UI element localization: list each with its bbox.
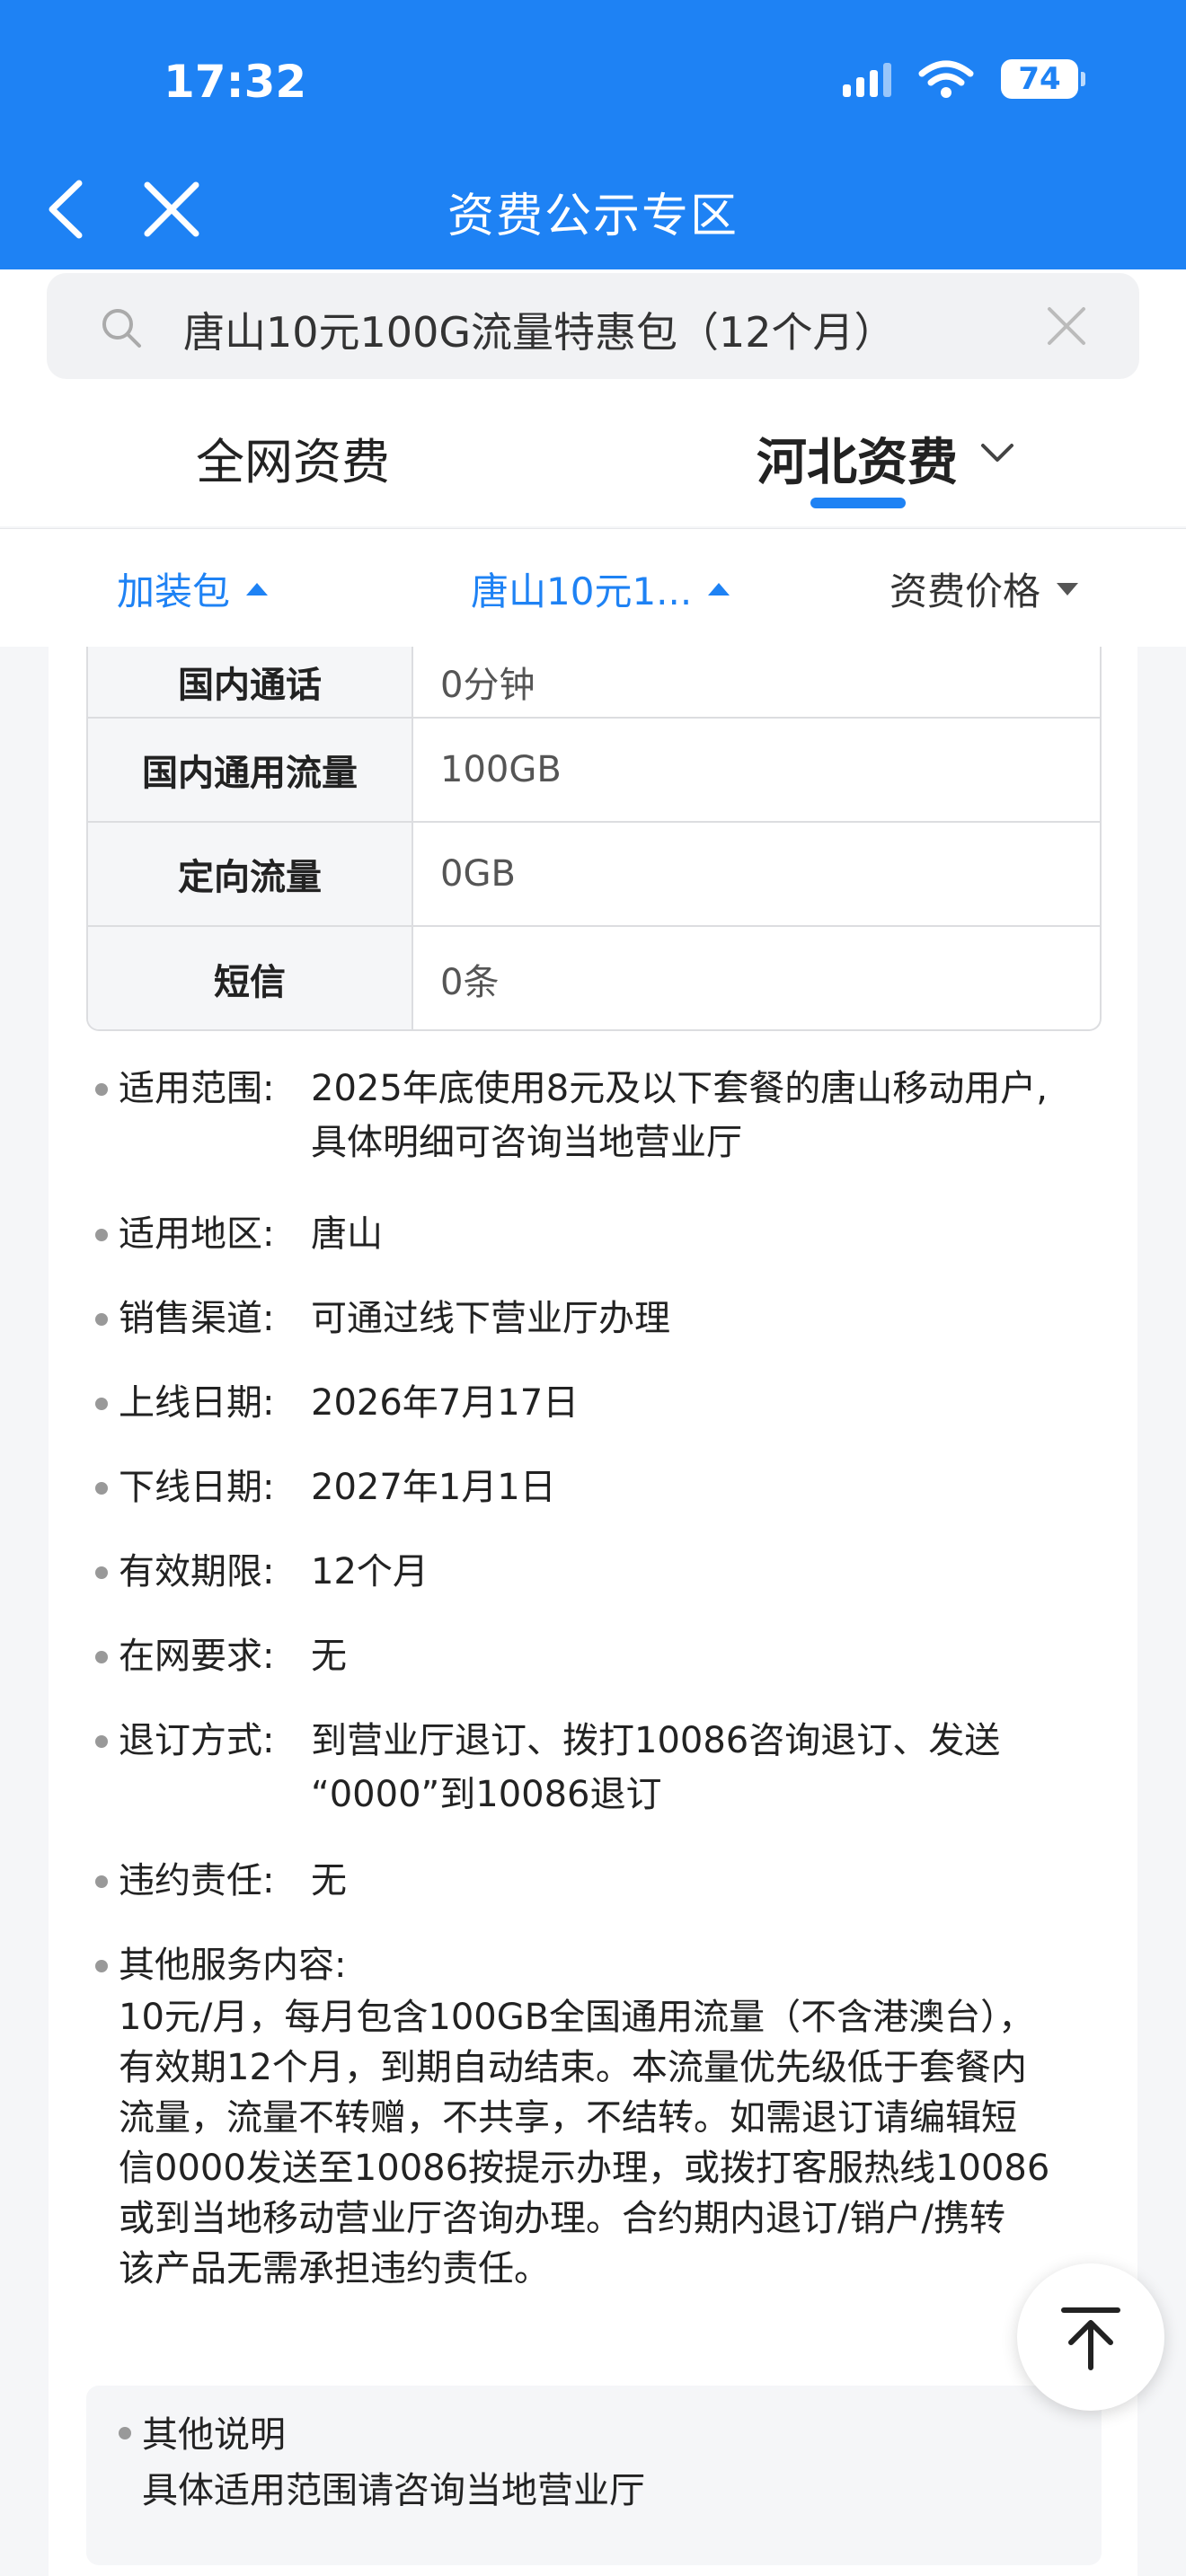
wifi-icon bbox=[918, 60, 974, 98]
spec-value: 0GB bbox=[440, 853, 516, 895]
status-time: 17:32 bbox=[164, 56, 307, 108]
bullet-dot bbox=[95, 1229, 108, 1241]
detail-value: 可通过线下营业厅办理 bbox=[311, 1298, 670, 1339]
detail-label: 下线日期: bbox=[119, 1467, 275, 1508]
detail-label: 适用地区: bbox=[119, 1213, 275, 1255]
detail-value: 12个月 bbox=[311, 1551, 429, 1592]
note-text: 具体适用范围请咨询当地营业厅 bbox=[142, 2470, 645, 2511]
filter-product-label: 唐山10元1... bbox=[471, 569, 693, 613]
table-row: 定向流量 0GB bbox=[88, 823, 1100, 927]
spec-label: 短信 bbox=[88, 927, 413, 1029]
tab-hebei[interactable]: 河北资费 bbox=[757, 422, 958, 495]
status-icons: 74 bbox=[843, 59, 1085, 99]
caret-up-icon bbox=[246, 582, 269, 595]
search-icon bbox=[102, 309, 141, 348]
bullet-dot bbox=[95, 1566, 108, 1579]
filter-bar: 加装包 唐山10元1... 资费价格 bbox=[0, 528, 1186, 647]
spec-table: 国内通话 0分钟 国内通用流量 100GB 定向流量 0GB 短信 0条 bbox=[86, 647, 1102, 1031]
chevron-down-icon[interactable] bbox=[979, 440, 1015, 467]
bullet-dot bbox=[95, 1960, 108, 1972]
table-row: 国内通用流量 100GB bbox=[88, 719, 1100, 823]
page-title: 资费公示专区 bbox=[447, 190, 739, 243]
spec-label: 国内通话 bbox=[88, 647, 413, 717]
spec-value: 100GB bbox=[440, 749, 562, 790]
spec-value: 0分钟 bbox=[440, 665, 535, 706]
detail-paragraph: 10元/月，每月包含100GB全国通用流量（不含港澳台）， 有效期12个月，到期… bbox=[119, 1992, 1107, 2294]
paragraph-line: 该产品无需承担违约责任。 bbox=[119, 2248, 550, 2289]
bullet-dot bbox=[95, 1398, 108, 1410]
detail-value: 2026年7月17日 bbox=[311, 1382, 580, 1424]
bullet-dot bbox=[95, 1875, 108, 1888]
detail-value: 唐山 bbox=[311, 1213, 383, 1255]
search-input[interactable]: 唐山10元100G流量特惠包（12个月） bbox=[47, 273, 1139, 379]
caret-up-icon bbox=[708, 582, 730, 595]
filter-category-label: 加装包 bbox=[117, 569, 231, 613]
detail-value-line: 具体明细可咨询当地营业厅 bbox=[311, 1122, 742, 1163]
detail-label: 有效期限: bbox=[119, 1551, 275, 1592]
bullet-dot bbox=[95, 1083, 108, 1096]
detail-label: 销售渠道: bbox=[119, 1298, 275, 1339]
search-value: 唐山10元100G流量特惠包（12个月） bbox=[183, 308, 896, 357]
detail-value: 无 bbox=[311, 1860, 347, 1901]
active-tab-indicator bbox=[810, 498, 906, 508]
note-title: 其他说明 bbox=[142, 2414, 286, 2456]
back-to-top-button[interactable] bbox=[1017, 2263, 1164, 2411]
other-notes-box: 其他说明 具体适用范围请咨询当地营业厅 bbox=[86, 2386, 1102, 2565]
detail-label: 其他服务内容: bbox=[119, 1945, 347, 1986]
paragraph-line: 或到当地移动营业厅咨询办理。合约期内退订/销户/携转 bbox=[119, 2198, 1005, 2239]
caret-down-icon bbox=[1057, 582, 1079, 595]
filter-price-label: 资费价格 bbox=[890, 569, 1041, 613]
region-tabs: 全网资费 河北资费 bbox=[0, 386, 1186, 526]
bullet-dot bbox=[95, 1735, 108, 1748]
detail-label: 适用范围: bbox=[119, 1068, 275, 1109]
detail-value: 无 bbox=[311, 1636, 347, 1677]
clear-search-icon[interactable] bbox=[1044, 304, 1089, 348]
detail-label: 在网要求: bbox=[119, 1636, 275, 1677]
detail-value-line: 2025年底使用8元及以下套餐的唐山移动用户, bbox=[311, 1068, 1048, 1109]
table-row: 短信 0条 bbox=[88, 927, 1100, 1029]
spec-value: 0条 bbox=[440, 962, 500, 1003]
table-row: 国内通话 0分钟 bbox=[88, 647, 1100, 719]
paragraph-line: 流量，流量不转赠，不共享，不结转。如需退订请编辑短 bbox=[119, 2097, 1017, 2139]
arrow-up-icon bbox=[1061, 2307, 1120, 2370]
detail-value: 2025年底使用8元及以下套餐的唐山移动用户, 具体明细可咨询当地营业厅 bbox=[311, 1062, 1173, 1169]
battery-level: 74 bbox=[1018, 61, 1061, 97]
spec-label: 国内通用流量 bbox=[88, 719, 413, 821]
detail-value-line: “0000”到10086退订 bbox=[311, 1774, 662, 1815]
bullet-dot bbox=[95, 1313, 108, 1326]
detail-value: 2027年1月1日 bbox=[311, 1467, 556, 1508]
spec-label: 定向流量 bbox=[88, 823, 413, 925]
detail-label: 退订方式: bbox=[119, 1720, 275, 1761]
filter-category[interactable]: 加装包 bbox=[117, 561, 269, 616]
detail-value-line: 到营业厅退订、拨打10086咨询退订、发送 bbox=[311, 1720, 1001, 1761]
filter-price[interactable]: 资费价格 bbox=[890, 561, 1079, 616]
battery-icon: 74 bbox=[1001, 59, 1085, 99]
bullet-dot bbox=[95, 1482, 108, 1495]
paragraph-line: 信0000发送至10086按提示办理，或拨打客服热线10086 bbox=[119, 2148, 1050, 2189]
detail-label: 上线日期: bbox=[119, 1382, 275, 1424]
detail-value: 到营业厅退订、拨打10086咨询退订、发送 “0000”到10086退订 bbox=[311, 1714, 1173, 1822]
paragraph-line: 有效期12个月，到期自动结束。本流量优先级低于套餐内 bbox=[119, 2047, 1027, 2088]
detail-label: 违约责任: bbox=[119, 1860, 275, 1901]
tariff-detail-card: 国内通话 0分钟 国内通用流量 100GB 定向流量 0GB 短信 0条 适用范… bbox=[49, 647, 1137, 2576]
top-bar: 17:32 74 资费公示专区 bbox=[0, 0, 1186, 269]
bullet-dot bbox=[119, 2427, 131, 2439]
bullet-dot bbox=[95, 1651, 108, 1663]
cellular-signal-icon bbox=[843, 61, 891, 97]
tab-national[interactable]: 全网资费 bbox=[196, 422, 390, 493]
filter-product[interactable]: 唐山10元1... bbox=[471, 561, 730, 616]
paragraph-line: 10元/月，每月包含100GB全国通用流量（不含港澳台）， bbox=[119, 1997, 1035, 2038]
